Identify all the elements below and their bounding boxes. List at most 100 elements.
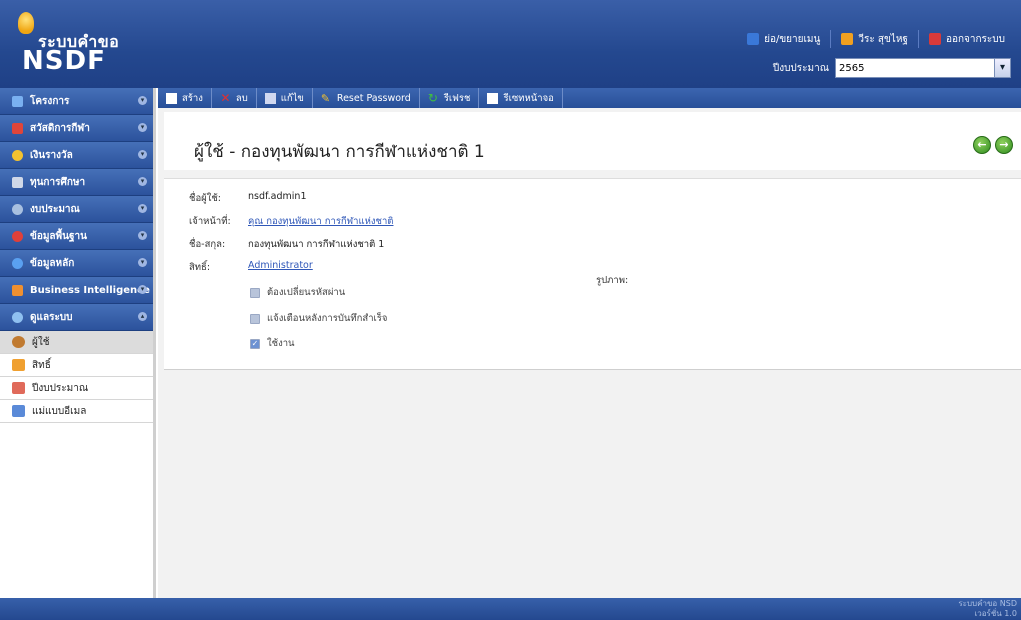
sidebar-group-project[interactable]: โครงการ ▾ xyxy=(0,88,153,115)
collapse-menu-link[interactable]: ย่อ/ขยายเมนู xyxy=(737,30,830,48)
bi-icon xyxy=(12,284,23,296)
reset-screen-button[interactable]: รีเซทหน้าจอ xyxy=(479,88,563,108)
create-icon xyxy=(166,92,177,104)
edit-label: แก้ไข xyxy=(280,92,304,104)
delete-label: ลบ xyxy=(235,92,248,104)
reset-screen-icon xyxy=(487,92,499,104)
email-template-icon xyxy=(12,405,25,417)
chevron-down-icon: ▾ xyxy=(138,150,147,159)
fiscal-year-selector: ปีงบประมาณ 2565 ▾ xyxy=(773,58,1011,78)
fullname-label: ชื่อ-สกุล: xyxy=(189,239,226,250)
reward-icon xyxy=(12,149,23,161)
sidebar-group-label: Business Intelligence xyxy=(30,284,150,296)
logo-title: NSDF xyxy=(22,46,106,76)
sidebar-item-fiscal-year[interactable]: ปีงบประมาณ xyxy=(0,377,153,400)
chevron-down-icon[interactable]: ▾ xyxy=(994,59,1010,77)
sidebar-item-label: สิทธิ์ xyxy=(32,359,51,371)
previous-arrow-icon[interactable]: ← xyxy=(973,136,991,154)
checkbox-box[interactable] xyxy=(250,287,260,298)
scholarship-icon xyxy=(12,176,23,188)
sidebar-item-email-template[interactable]: แม่แบบอีเมล xyxy=(0,400,153,423)
sidebar-group-basic-data[interactable]: ข้อมูลพื้นฐาน ▾ xyxy=(0,223,153,250)
must-change-password-checkbox[interactable]: ต้องเปลี่ยนรหัสผ่าน xyxy=(250,285,345,300)
key-icon: ✎ xyxy=(320,91,331,105)
officer-link[interactable]: คุณ กองทุนพัฒนา การกีฬาแห่งชาติ xyxy=(248,214,393,229)
fiscal-year-value: 2565 xyxy=(839,62,865,74)
master-data-icon xyxy=(12,257,23,269)
sidebar-item-label: แม่แบบอีเมล xyxy=(32,405,87,417)
action-toolbar: สร้าง ✕ ลบ แก้ไข ✎ Reset Password ↻ รีเฟ… xyxy=(158,88,1021,108)
sidebar-group-label: ข้อมูลหลัก xyxy=(30,257,75,269)
chevron-down-icon: ▾ xyxy=(138,204,147,213)
app-header: ระบบคำขอ NSDF ย่อ/ขยายเมนู วีระ สุขไหฐ อ… xyxy=(0,0,1021,88)
footer-version: เวอร์ชั่น 1.0 xyxy=(974,609,1018,618)
chevron-up-icon: ▴ xyxy=(138,312,147,321)
notify-after-save-checkbox[interactable]: แจ้งเตือนหลังการบันทึกสำเร็จ xyxy=(250,311,387,326)
active-checkbox[interactable]: ✓ ใช้งาน xyxy=(250,336,295,351)
sidebar-item-users[interactable]: ผู้ใช้ xyxy=(0,331,153,354)
sidebar-item-label: ปีงบประมาณ xyxy=(32,382,89,394)
page-title: ผู้ใช้ - กองทุนพัฒนา การกีฬาแห่งชาติ 1 xyxy=(194,142,485,162)
sidebar-group-welfare[interactable]: สวัสดิการกีฬา ▾ xyxy=(0,115,153,142)
refresh-button[interactable]: ↻ รีเฟรช xyxy=(420,88,480,108)
checkbox-box[interactable] xyxy=(250,313,260,324)
checkbox-box-checked[interactable]: ✓ xyxy=(250,338,260,349)
chevron-down-icon: ▾ xyxy=(138,258,147,267)
next-arrow-icon[interactable]: → xyxy=(995,136,1013,154)
fiscal-year-select[interactable]: 2565 ▾ xyxy=(835,58,1011,78)
fullname-value: กองทุนพัฒนา การกีฬาแห่งชาติ 1 xyxy=(248,239,385,250)
checkbox-label: ต้องเปลี่ยนรหัสผ่าน xyxy=(267,287,346,298)
chevron-down-icon: ▾ xyxy=(138,285,147,294)
sidebar-group-label: เงินรางวัล xyxy=(30,149,73,161)
basic-data-icon xyxy=(12,230,23,242)
role-label: สิทธิ์: xyxy=(189,262,211,273)
collapse-menu-label: ย่อ/ขยายเมนู xyxy=(764,33,821,45)
sidebar-group-label: สวัสดิการกีฬา xyxy=(30,122,90,134)
sidebar-group-admin[interactable]: ดูแลระบบ ▴ xyxy=(0,304,153,331)
fiscal-year-label: ปีงบประมาณ xyxy=(772,62,829,74)
role-link[interactable]: Administrator xyxy=(248,260,313,271)
reset-screen-label: รีเซทหน้าจอ xyxy=(503,92,554,104)
sidebar-item-label: ผู้ใช้ xyxy=(32,336,50,348)
admin-icon xyxy=(12,311,23,323)
project-icon xyxy=(12,95,23,107)
sidebar-group-label: ดูแลระบบ xyxy=(30,311,73,323)
main-content: ผู้ใช้ - กองทุนพัฒนา การกีฬาแห่งชาติ 1 ←… xyxy=(158,108,1021,598)
delete-button[interactable]: ✕ ลบ xyxy=(212,88,257,108)
refresh-label: รีเฟรช xyxy=(443,92,471,104)
checkbox-label: แจ้งเตือนหลังการบันทึกสำเร็จ xyxy=(267,313,388,324)
username-label: ชื่อผู้ใช้: xyxy=(189,193,222,204)
collapse-menu-icon xyxy=(747,33,760,45)
chevron-down-icon: ▾ xyxy=(138,96,147,105)
reset-password-label: Reset Password xyxy=(336,92,411,104)
sidebar-item-permissions[interactable]: สิทธิ์ xyxy=(0,354,153,377)
user-link[interactable]: วีระ สุขไหฐ xyxy=(830,30,918,48)
sidebar: โครงการ ▾ สวัสดิการกีฬา ▾ เงินรางวัล ▾ ท… xyxy=(0,88,156,598)
sidebar-group-reward[interactable]: เงินรางวัล ▾ xyxy=(0,142,153,169)
app-footer: ระบบคำขอ NSD เวอร์ชั่น 1.0 xyxy=(0,598,1021,620)
user-detail-panel: ชื่อผู้ใช้: nsdf.admin1 เจ้าหน้าที่: คุณ… xyxy=(164,178,1021,370)
logout-link[interactable]: ออกจากระบบ xyxy=(917,30,1015,48)
nsdf-logo[interactable]: ระบบคำขอ NSDF xyxy=(14,10,124,78)
checkbox-label: ใช้งาน xyxy=(267,338,295,349)
edit-icon xyxy=(264,92,276,104)
reset-password-button[interactable]: ✎ Reset Password xyxy=(313,88,420,108)
top-links: ย่อ/ขยายเมนู วีระ สุขไหฐ ออกจากระบบ xyxy=(737,30,1015,48)
sidebar-group-master-data[interactable]: ข้อมูลหลัก ▾ xyxy=(0,250,153,277)
title-bar: ผู้ใช้ - กองทุนพัฒนา การกีฬาแห่งชาติ 1 ←… xyxy=(164,112,1021,170)
chevron-down-icon: ▾ xyxy=(138,231,147,240)
sidebar-group-scholarship[interactable]: ทุนการศึกษา ▾ xyxy=(0,169,153,196)
sidebar-group-budget[interactable]: งบประมาณ ▾ xyxy=(0,196,153,223)
edit-button[interactable]: แก้ไข xyxy=(257,88,313,108)
sidebar-group-label: ทุนการศึกษา xyxy=(30,176,86,188)
picture-label: รูปภาพ: xyxy=(596,275,629,286)
create-label: สร้าง xyxy=(182,92,203,104)
sidebar-group-business-intelligence[interactable]: Business Intelligence ▾ xyxy=(0,277,153,304)
permission-icon xyxy=(12,359,25,371)
refresh-icon: ↻ xyxy=(427,90,438,105)
sidebar-group-label: งบประมาณ xyxy=(30,203,80,215)
logout-icon xyxy=(928,33,941,45)
create-button[interactable]: สร้าง xyxy=(158,88,212,108)
officer-label: เจ้าหน้าที่: xyxy=(189,216,231,227)
chevron-down-icon: ▾ xyxy=(138,123,147,132)
